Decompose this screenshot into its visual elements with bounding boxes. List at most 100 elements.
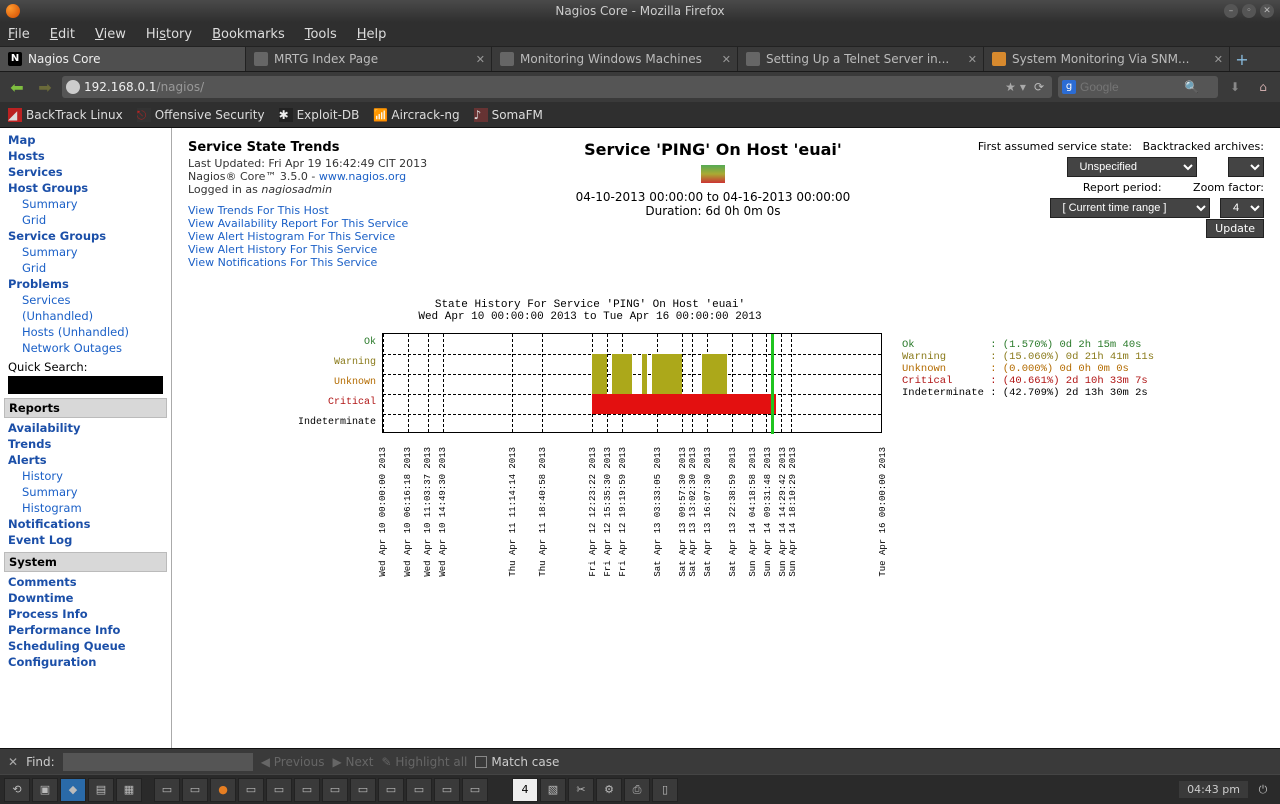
report-link[interactable]: View Availability Report For This Servic… bbox=[188, 217, 448, 230]
sidebar-link[interactable]: (Unhandled) bbox=[8, 308, 163, 324]
search-bar[interactable]: g 🔍 bbox=[1058, 76, 1218, 98]
url-bar[interactable]: 192.168.0.1/nagios/ ★ ▾ ⟳ bbox=[62, 76, 1052, 98]
close-icon[interactable]: ✕ bbox=[722, 53, 731, 66]
close-icon[interactable]: ✕ bbox=[476, 53, 485, 66]
sidebar-link[interactable]: Histogram bbox=[8, 500, 163, 516]
timeline-plot[interactable] bbox=[382, 333, 882, 433]
sidebar-link[interactable]: Summary bbox=[8, 196, 163, 212]
dropdown-icon[interactable]: ▾ bbox=[1020, 80, 1026, 94]
bookmark-backtrack[interactable]: ◢BackTrack Linux bbox=[8, 108, 123, 122]
highlight-all-button[interactable]: ✎ Highlight all bbox=[381, 755, 467, 769]
taskbar-window[interactable]: ▭ bbox=[378, 778, 404, 802]
taskbar-tray-icon[interactable]: ▯ bbox=[652, 778, 678, 802]
bookmark-somafm[interactable]: ♪SomaFM bbox=[474, 108, 543, 122]
back-button[interactable]: ⬅ bbox=[6, 76, 28, 98]
tab-nagios-core[interactable]: NNagios Core bbox=[0, 47, 246, 71]
sidebar-link[interactable]: Configuration bbox=[8, 654, 163, 670]
match-case-checkbox[interactable]: Match case bbox=[475, 755, 559, 769]
sidebar-link[interactable]: Notifications bbox=[8, 516, 163, 532]
taskbar-window[interactable]: ▭ bbox=[350, 778, 376, 802]
close-icon[interactable]: ✕ bbox=[1214, 53, 1223, 66]
taskbar-tray-icon[interactable]: ⚙ bbox=[596, 778, 622, 802]
assumed-state-select[interactable]: Unspecified bbox=[1067, 157, 1197, 177]
workspace-indicator[interactable]: 4 bbox=[512, 778, 538, 802]
start-menu-icon[interactable]: ⟲ bbox=[4, 778, 30, 802]
tab-telnet[interactable]: Setting Up a Telnet Server in...✕ bbox=[738, 47, 984, 71]
taskbar-window[interactable]: ▭ bbox=[238, 778, 264, 802]
sidebar-link[interactable]: Process Info bbox=[8, 606, 163, 622]
taskbar-window[interactable]: ▭ bbox=[154, 778, 180, 802]
menu-file[interactable]: File bbox=[8, 27, 30, 42]
taskbar-app-icon[interactable]: ▦ bbox=[116, 778, 142, 802]
report-link[interactable]: View Alert History For This Service bbox=[188, 243, 448, 256]
zoom-select[interactable]: 4 bbox=[1220, 198, 1264, 218]
taskbar-window[interactable]: ▭ bbox=[406, 778, 432, 802]
menu-bookmarks[interactable]: Bookmarks bbox=[212, 27, 285, 42]
tab-snmp[interactable]: System Monitoring Via SNM...✕ bbox=[984, 47, 1230, 71]
sidebar-link[interactable]: Problems bbox=[8, 276, 163, 292]
maximize-button[interactable]: ◦ bbox=[1242, 4, 1256, 18]
sidebar-link[interactable]: Hosts bbox=[8, 148, 163, 164]
taskbar-window[interactable]: ▭ bbox=[434, 778, 460, 802]
find-next-button[interactable]: ▶ Next bbox=[332, 755, 373, 769]
minimize-button[interactable]: – bbox=[1224, 4, 1238, 18]
tab-mrtg[interactable]: MRTG Index Page✕ bbox=[246, 47, 492, 71]
taskbar-clock[interactable]: 04:43 pm bbox=[1179, 781, 1248, 798]
downloads-button[interactable]: ⬇ bbox=[1224, 76, 1246, 98]
quick-search-input[interactable] bbox=[8, 376, 163, 394]
taskbar-window[interactable]: ▭ bbox=[266, 778, 292, 802]
taskbar-window[interactable]: ▭ bbox=[462, 778, 488, 802]
menu-view[interactable]: View bbox=[95, 27, 126, 42]
taskbar-terminal-icon[interactable]: ▣ bbox=[32, 778, 58, 802]
report-link[interactable]: View Trends For This Host bbox=[188, 204, 448, 217]
sidebar-link[interactable]: Host Groups bbox=[8, 180, 163, 196]
update-button[interactable]: Update bbox=[1206, 219, 1264, 238]
sidebar-link[interactable]: Comments bbox=[8, 574, 163, 590]
nagios-org-link[interactable]: www.nagios.org bbox=[319, 170, 406, 183]
sidebar-link[interactable]: Services bbox=[8, 292, 163, 308]
menu-edit[interactable]: Edit bbox=[50, 27, 75, 42]
taskbar-tray-icon[interactable]: ⏻ bbox=[1250, 778, 1276, 802]
forward-button[interactable]: ➡ bbox=[34, 76, 56, 98]
find-input[interactable] bbox=[63, 753, 253, 771]
report-link[interactable]: View Alert Histogram For This Service bbox=[188, 230, 448, 243]
sidebar-link[interactable]: Service Groups bbox=[8, 228, 163, 244]
search-icon[interactable]: 🔍 bbox=[1184, 80, 1199, 94]
bookmark-exploit-db[interactable]: ✱Exploit-DB bbox=[279, 108, 360, 122]
sidebar-link[interactable]: Summary bbox=[8, 244, 163, 260]
tab-monitoring-windows[interactable]: Monitoring Windows Machines✕ bbox=[492, 47, 738, 71]
bookmark-aircrack[interactable]: 📶Aircrack-ng bbox=[373, 108, 459, 122]
search-input[interactable] bbox=[1080, 80, 1180, 94]
menu-history[interactable]: History bbox=[146, 27, 192, 42]
report-link[interactable]: View Notifications For This Service bbox=[188, 256, 448, 269]
sidebar-link[interactable]: Map bbox=[8, 132, 163, 148]
sidebar-link[interactable]: Hosts (Unhandled) bbox=[8, 324, 163, 340]
backtracked-select[interactable]: 4 bbox=[1228, 157, 1264, 177]
sidebar-link[interactable]: Availability bbox=[8, 420, 163, 436]
menu-tools[interactable]: Tools bbox=[305, 27, 337, 42]
taskbar-app-icon[interactable]: ▤ bbox=[88, 778, 114, 802]
find-previous-button[interactable]: ◀ Previous bbox=[261, 755, 325, 769]
sidebar-link[interactable]: Services bbox=[8, 164, 163, 180]
sidebar-link[interactable]: Alerts bbox=[8, 452, 163, 468]
close-findbar-icon[interactable]: ✕ bbox=[8, 755, 18, 769]
sidebar-link[interactable]: Scheduling Queue bbox=[8, 638, 163, 654]
sidebar-link[interactable]: Performance Info bbox=[8, 622, 163, 638]
taskbar-window[interactable]: ▭ bbox=[294, 778, 320, 802]
sidebar-link[interactable]: History bbox=[8, 468, 163, 484]
sidebar-link[interactable]: Downtime bbox=[8, 590, 163, 606]
taskbar-window[interactable]: ▭ bbox=[322, 778, 348, 802]
sidebar-link[interactable]: Grid bbox=[8, 212, 163, 228]
bookmark-star-icon[interactable]: ★ bbox=[1005, 80, 1016, 94]
close-icon[interactable]: ✕ bbox=[968, 53, 977, 66]
new-tab-button[interactable]: + bbox=[1230, 47, 1254, 71]
sidebar-link[interactable]: Trends bbox=[8, 436, 163, 452]
taskbar-tray-icon[interactable]: ▧ bbox=[540, 778, 566, 802]
taskbar-tray-icon[interactable]: ⎙ bbox=[624, 778, 650, 802]
sidebar-link[interactable]: Grid bbox=[8, 260, 163, 276]
sidebar-link[interactable]: Network Outages bbox=[8, 340, 163, 356]
close-window-button[interactable]: ✕ bbox=[1260, 4, 1274, 18]
menu-help[interactable]: Help bbox=[357, 27, 387, 42]
taskbar-tray-icon[interactable]: ✂ bbox=[568, 778, 594, 802]
site-identity-icon[interactable] bbox=[66, 80, 80, 94]
